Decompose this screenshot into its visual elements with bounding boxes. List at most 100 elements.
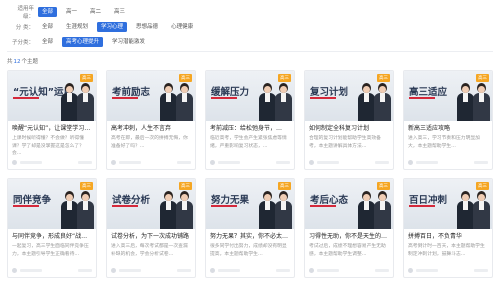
topic-card[interactable]: 同伴竞争 高三 与同伴竞争，形成良好“战斗… 一起复习，高三学生面临同伴竞争压力，本主… <box>7 178 97 278</box>
topic-thumbnail[interactable]: 百日冲刺 高三 <box>404 179 492 229</box>
card-title[interactable]: 试卷分析，为下一次成功铺路 <box>107 229 195 241</box>
meta-placeholder <box>78 161 92 164</box>
topic-card[interactable]: 百日冲刺 高三 拼搏百日，不负青华 高考倒计时一百天，本主题帮助学生制定冲刺计划，鼓舞… <box>403 178 493 278</box>
author-avatar <box>408 268 413 273</box>
category-option[interactable]: 全部 <box>38 22 57 32</box>
filter-label-subcategory: 子分类： <box>11 39 34 46</box>
teacher-figure <box>374 83 391 121</box>
card-title[interactable]: 习得性无助，你不是天生的… <box>305 229 393 241</box>
teacher-figure <box>160 83 177 121</box>
thumbnail-title: 试卷分析 <box>112 195 151 206</box>
meta-placeholder <box>177 161 191 164</box>
topic-thumbnail[interactable]: 同伴竞争 高三 <box>8 179 96 229</box>
card-footer <box>408 267 488 274</box>
subcategory-option[interactable]: 学习潜能激发 <box>108 37 149 47</box>
card-description: 高考在即，最后一次的拼搏无悔，你准备好了吗？… <box>111 136 188 149</box>
card-title[interactable]: 与同伴竞争，形成良好“战斗… <box>8 229 96 241</box>
thumbnail-title: 缓解压力 <box>211 87 250 98</box>
meta-placeholder <box>375 269 389 272</box>
topic-card[interactable]: 试卷分析 高三 试卷分析，为下一次成功铺路 进入高三后，每次考试都是一次查漏补缺的机会… <box>106 178 196 278</box>
grade-badge: 高三 <box>278 74 291 82</box>
subcategory-option[interactable]: 高考心理提升 <box>62 36 104 47</box>
thumbnail-underline <box>409 97 435 99</box>
author-avatar <box>408 160 413 165</box>
card-description: 临近高考，学生会产生紧张焦虑等情绪，严重影响复习状态，… <box>210 136 287 149</box>
topic-thumbnail[interactable]: 考后心态 高三 <box>305 179 393 229</box>
card-footer <box>12 267 92 274</box>
grade-option[interactable]: 高三 <box>110 7 129 17</box>
topic-card[interactable]: 缓解压力 高三考前减压：给松弛身节，… 临近高考，学生会产生紧张焦虑等情绪，严重影响… <box>205 70 295 170</box>
card-footer <box>111 267 191 274</box>
thumbnail-underline <box>13 205 39 207</box>
grade-option[interactable]: 高二 <box>86 7 105 17</box>
card-description: 合理的复习计划能帮助学生高效备考，本主题讲解具体方法… <box>309 136 381 149</box>
author-placeholder <box>119 161 141 164</box>
grade-option[interactable]: 全部 <box>38 6 58 17</box>
thumbnail-title: 复习计划 <box>310 87 349 98</box>
topic-thumbnail[interactable]: 复习计划 高三 <box>305 71 393 121</box>
thumbnail-underline <box>112 97 138 99</box>
thumbnail-title: 努力无果 <box>211 195 250 206</box>
topic-thumbnail[interactable]: “元认知”运用 高三 <box>8 71 96 121</box>
category-option[interactable]: 思想品德 <box>132 22 162 32</box>
topic-card[interactable]: “元认知”运用 高三 唤醒“元认知”，让课堂学习… 上课时候听得懂？不会做？听得懂课？… <box>7 70 97 170</box>
card-title[interactable]: 唤醒“元认知”，让课堂学习… <box>8 121 96 133</box>
author-placeholder <box>20 161 42 164</box>
thumbnail-underline <box>211 205 237 207</box>
card-footer <box>408 159 488 166</box>
category-option[interactable]: 心理健康 <box>167 22 197 32</box>
author-placeholder <box>416 269 438 272</box>
teacher-figure <box>160 191 177 229</box>
card-title[interactable]: 努力无果？其实，你不必太… <box>206 229 294 241</box>
topic-thumbnail[interactable]: 努力无果 高三 <box>206 179 294 229</box>
teacher-figure <box>61 83 78 121</box>
grade-badge: 高三 <box>179 74 192 82</box>
card-title[interactable]: 高考冲刺，人生不言弃 <box>107 121 195 133</box>
card-footer <box>210 267 290 274</box>
filter-divider <box>7 51 493 52</box>
teacher-figure <box>457 83 474 121</box>
card-footer <box>210 159 290 166</box>
author-placeholder <box>317 269 339 272</box>
grade-badge: 高三 <box>80 74 93 82</box>
topic-grid: “元认知”运用 高三 唤醒“元认知”，让课堂学习… 上课时候听得懂？不会做？听得懂课？… <box>7 70 494 278</box>
grade-option[interactable]: 高一 <box>62 7 81 17</box>
card-footer <box>12 159 92 166</box>
category-option[interactable]: 学习心理 <box>97 21 128 32</box>
topic-thumbnail[interactable]: 高三适应 高三 <box>404 71 492 121</box>
card-description: 上课时候听得懂？不会做？听得懂课？学了却是没掌握这是怎么了？会… <box>12 136 84 156</box>
topic-card[interactable]: 考后心态 高三 习得性无助，你不是天生的… 考试过后，成绩不理想容易产生无助感，本主题… <box>304 178 394 278</box>
author-avatar <box>111 160 116 165</box>
topic-thumbnail[interactable]: 考前励志 高三 <box>107 71 195 121</box>
author-placeholder <box>119 269 141 272</box>
filter-label-grade: 适用年级： <box>17 5 34 20</box>
card-title[interactable]: 拼搏百日，不负青华 <box>404 229 492 241</box>
topic-card[interactable]: 高三适应 高三 新高三适应攻略 进入高三，学习节奏和压力明显加大，本主题帮助学生… <box>403 70 493 170</box>
topic-thumbnail[interactable]: 试卷分析 高三 <box>107 179 195 229</box>
filter-row-category: 分 类： 全部 生涯规划 学习心理 思想品德 心理健康 <box>7 21 493 32</box>
topic-card[interactable]: 复习计划 高三 如何制定全科复习计划合理的复习计划能帮助学生高效备考，本主题讲解具体… <box>304 70 394 170</box>
teacher-figure <box>176 191 193 229</box>
grade-badge: 高三 <box>80 182 93 190</box>
teacher-figure <box>275 191 292 229</box>
grade-badge: 高三 <box>377 182 390 190</box>
teacher-figure <box>358 83 375 121</box>
card-description: 进入高三后，每次考试都是一次查漏补缺的机会，学会分析试卷… <box>111 244 188 257</box>
thumbnail-underline <box>310 97 336 99</box>
author-avatar <box>210 268 215 273</box>
category-option[interactable]: 生涯规划 <box>62 22 92 32</box>
teacher-figure <box>358 191 375 229</box>
topic-card[interactable]: 努力无果 高三 努力无果？其实，你不必太… 很多同学付出努力，成绩却没有明显提高，本主… <box>205 178 295 278</box>
topic-card[interactable]: 考前励志 高三 高考冲刺，人生不言弃 高考在即，最后一次的拼搏无悔，你准备好了吗？… <box>106 70 196 170</box>
teacher-figure <box>77 83 94 121</box>
author-placeholder <box>218 269 240 272</box>
topic-thumbnail[interactable]: 缓解压力 高三 <box>206 71 294 121</box>
author-placeholder <box>317 161 339 164</box>
card-title[interactable]: 新高三适应攻略 <box>404 121 492 133</box>
filter-row-grade: 适用年级： 全部 高一 高二 高三 <box>7 5 493 20</box>
subcategory-option[interactable]: 全部 <box>38 37 57 47</box>
card-title[interactable]: 如何制定全科复习计划 <box>305 121 393 133</box>
thumbnail-underline <box>211 97 237 99</box>
card-title[interactable]: 考前减压：给松弛身节，… <box>206 121 294 133</box>
teacher-figure <box>473 191 490 229</box>
